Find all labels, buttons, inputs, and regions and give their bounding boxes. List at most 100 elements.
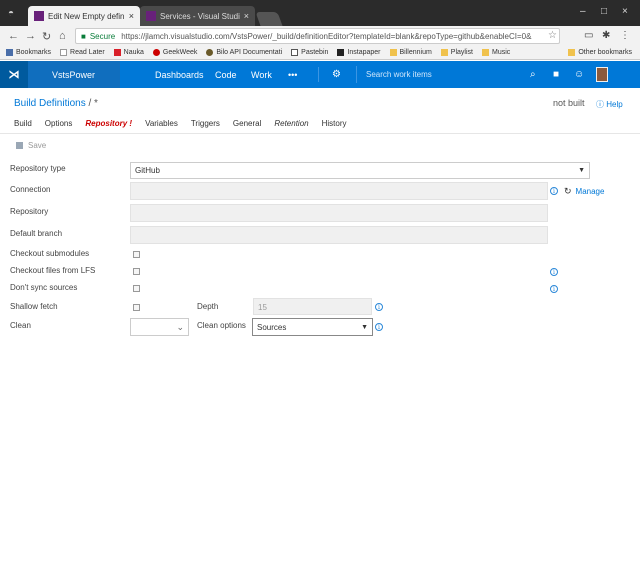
other-bookmarks-label: Other bookmarks <box>578 49 632 56</box>
info-icon[interactable]: i <box>550 268 558 276</box>
repository-label: Repository <box>10 207 49 216</box>
url-text: https://jlamch.visualstudio.com/VstsPowe… <box>121 31 532 41</box>
manage-label: Manage <box>575 187 605 196</box>
floppy-disk-icon <box>16 142 23 149</box>
folder-icon <box>440 49 448 56</box>
browser-tab-edit-definition[interactable]: Edit New Empty definitio × <box>28 6 140 26</box>
extension-gear-icon[interactable]: ✱ <box>602 30 610 41</box>
marketplace-bag-icon[interactable]: ■ <box>553 69 559 80</box>
tab-general[interactable]: General <box>233 119 261 128</box>
bookmark-label: Billennium <box>399 49 432 56</box>
bookmark-item[interactable]: GeekWeek <box>152 49 197 56</box>
other-bookmarks[interactable]: Other bookmarks <box>568 49 632 56</box>
tab-build[interactable]: Build <box>14 119 32 128</box>
warning-icon: ! <box>129 119 133 128</box>
info-icon[interactable]: i <box>550 187 558 195</box>
folder-icon <box>481 49 489 56</box>
reload-icon[interactable]: ↻ <box>42 30 51 43</box>
menu-dots-icon[interactable]: ⋮ <box>620 30 630 41</box>
search-work-items-input[interactable]: Search work items <box>356 66 544 83</box>
info-icon[interactable]: i <box>375 323 383 331</box>
default-branch-label: Default branch <box>10 229 63 238</box>
nav-code[interactable]: Code <box>215 70 237 80</box>
page-icon <box>291 49 299 56</box>
project-switcher[interactable]: ⋊ VstsPower <box>0 61 120 88</box>
clean-options-select[interactable]: Sources ▼ <box>252 318 373 336</box>
manage-connections-link[interactable]: ↻ Manage <box>564 186 604 197</box>
new-tab-button[interactable] <box>255 12 283 26</box>
tab-close-icon[interactable]: × <box>129 11 134 21</box>
tab-options[interactable]: Options <box>45 119 73 128</box>
bookmark-star-icon[interactable]: ☆ <box>548 30 557 41</box>
avatar[interactable] <box>596 67 608 82</box>
tab-title: Edit New Empty definitio <box>48 11 125 21</box>
close-window-button[interactable]: × <box>622 6 628 17</box>
bookmark-label: Playlist <box>450 49 473 56</box>
bookmark-item[interactable]: Instapaper <box>337 49 381 56</box>
breadcrumb-build-definitions[interactable]: Build Definitions <box>14 98 86 109</box>
vsts-logo-icon[interactable]: ⋊ <box>0 61 28 88</box>
tab-retention[interactable]: Retention <box>274 119 308 128</box>
dont-sync-sources-label: Don't sync sources <box>10 283 78 292</box>
refresh-icon[interactable]: ↻ <box>564 186 572 197</box>
divider <box>0 133 640 134</box>
bookmark-item[interactable]: Pastebin <box>291 49 328 56</box>
checkout-submodules-label: Checkout submodules <box>10 249 90 258</box>
checkout-lfs-checkbox[interactable] <box>133 268 140 275</box>
default-branch-field[interactable] <box>130 226 548 244</box>
bookmark-item[interactable]: Read Later <box>60 49 105 56</box>
nav-dashboards[interactable]: Dashboards <box>155 70 204 80</box>
info-icon[interactable]: i <box>550 285 558 293</box>
tab-triggers[interactable]: Triggers <box>191 119 220 128</box>
back-arrow-icon[interactable]: ← <box>8 30 19 42</box>
info-icon[interactable]: i <box>375 303 383 311</box>
vsts-header: ⋊ VstsPower Dashboards Code Work ••• ⚙ S… <box>0 61 640 88</box>
save-button[interactable]: Save <box>16 141 46 150</box>
shallow-fetch-checkbox[interactable] <box>133 304 140 311</box>
nav-more[interactable]: ••• <box>288 70 297 80</box>
bookmark-folder[interactable]: Billennium <box>389 49 432 56</box>
bookmark-folder[interactable]: Playlist <box>440 49 473 56</box>
url-input[interactable]: ■ Secure https://jlamch.visualstudio.com… <box>75 28 560 44</box>
clean-label: Clean <box>10 321 31 330</box>
maximize-button[interactable]: □ <box>601 6 607 17</box>
cast-icon[interactable]: ▭ <box>584 30 593 41</box>
settings-gear-icon[interactable]: ⚙ <box>332 69 341 80</box>
tab-close-icon[interactable]: × <box>244 11 249 21</box>
checkout-submodules-checkbox[interactable] <box>133 251 140 258</box>
clean-select[interactable]: ⌄ <box>130 318 189 336</box>
search-icon[interactable]: ⌕ <box>530 69 536 80</box>
bookmark-item[interactable]: Bilo API Documentati <box>206 49 282 56</box>
tab-repository[interactable]: Repository ! <box>85 119 132 128</box>
tab-variables[interactable]: Variables <box>145 119 178 128</box>
browser-tab-services[interactable]: Services - Visual Studio T × <box>140 6 255 26</box>
feedback-smiley-icon[interactable]: ☺ <box>574 69 584 80</box>
tab-repository-label: Repository <box>85 119 128 128</box>
build-definition-editor: Build Definitions / * not built ⓘ Help B… <box>0 88 640 562</box>
home-icon[interactable]: ⌂ <box>59 30 66 42</box>
chevron-down-icon: ⌄ <box>176 321 184 332</box>
forward-arrow-icon[interactable]: → <box>25 30 36 42</box>
minimize-button[interactable]: – <box>580 6 586 17</box>
bookmark-favicon-icon <box>337 49 345 56</box>
depth-input[interactable]: 15 <box>253 298 372 315</box>
bookmark-label: Read Later <box>70 49 105 56</box>
incognito-icon: ◓ <box>8 8 15 19</box>
dont-sync-sources-checkbox[interactable] <box>133 285 140 292</box>
help-link[interactable]: ⓘ Help <box>596 99 623 110</box>
bookmark-folder[interactable]: Music <box>481 49 511 56</box>
repository-field[interactable] <box>130 204 548 222</box>
bookmark-item[interactable]: Bookmarks <box>6 49 51 56</box>
shallow-fetch-label: Shallow fetch <box>10 302 58 311</box>
tab-history[interactable]: History <box>322 119 347 128</box>
connection-field[interactable] <box>130 182 548 200</box>
bookmark-item[interactable]: Nauka <box>113 49 144 56</box>
project-name: VstsPower <box>52 70 96 80</box>
clean-options-label: Clean options <box>197 321 246 330</box>
bookmark-label: Music <box>491 49 511 56</box>
nav-work[interactable]: Work <box>251 70 272 80</box>
save-label: Save <box>28 141 47 150</box>
title-tail: / * <box>85 98 98 109</box>
repository-type-select[interactable]: GitHub ▼ <box>130 162 590 179</box>
connection-label: Connection <box>10 185 51 194</box>
